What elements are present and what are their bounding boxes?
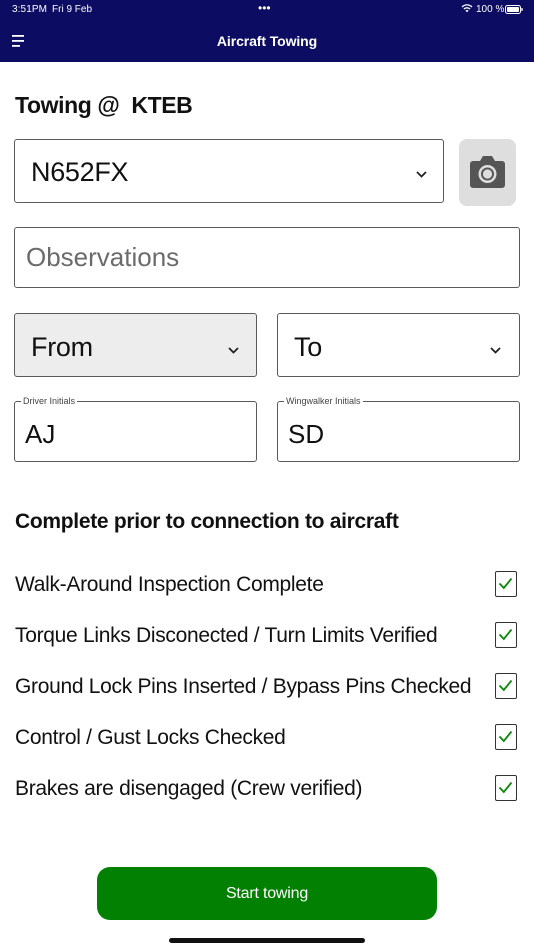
- chevron-down-icon: [416, 171, 427, 178]
- checklist-item-label: Brakes are disengaged (Crew verified): [15, 777, 363, 800]
- checklist-item-label: Control / Gust Locks Checked: [15, 726, 286, 749]
- checklist-item: Control / Gust Locks Checked: [15, 724, 520, 758]
- checklist-item: Ground Lock Pins Inserted / Bypass Pins …: [15, 673, 520, 707]
- checkbox[interactable]: [495, 622, 517, 648]
- checkmark-icon: [498, 679, 513, 692]
- status-time: 3:51PM: [12, 4, 48, 15]
- checklist-item: Brakes are disengaged (Crew verified): [15, 775, 520, 809]
- camera-icon: [470, 156, 505, 188]
- checkmark-icon: [498, 577, 513, 590]
- home-indicator[interactable]: [169, 938, 365, 943]
- checklist-title: Complete prior to connection to aircraft: [15, 510, 399, 533]
- checklist-item: Torque Links Disconected / Turn Limits V…: [15, 622, 520, 656]
- driver-initials-input[interactable]: [25, 416, 245, 452]
- from-select[interactable]: From: [14, 313, 257, 377]
- checkmark-icon: [498, 628, 513, 641]
- aircraft-select-value: N652FX: [31, 157, 129, 187]
- checklist-item: Walk-Around Inspection Complete: [15, 571, 520, 605]
- multitasking-dots[interactable]: •••: [258, 1, 271, 15]
- checkbox[interactable]: [495, 571, 517, 597]
- wingwalker-initials-input[interactable]: [288, 416, 508, 452]
- chevron-down-icon: [228, 347, 239, 354]
- to-select-value: To: [294, 332, 322, 362]
- observations-input[interactable]: [14, 227, 520, 288]
- checklist-item-label: Torque Links Disconected / Turn Limits V…: [15, 624, 438, 647]
- chevron-down-icon: [490, 347, 501, 354]
- status-date: Fri 9 Feb: [52, 4, 93, 15]
- checkmark-icon: [498, 781, 513, 794]
- wifi-icon: [461, 4, 473, 13]
- start-towing-button[interactable]: Start towing: [97, 867, 437, 920]
- driver-initials-field: Driver Initials: [14, 395, 257, 462]
- checkbox[interactable]: [495, 775, 517, 801]
- from-select-value: From: [31, 332, 93, 362]
- camera-button[interactable]: [459, 139, 516, 206]
- checklist-item-label: Walk-Around Inspection Complete: [15, 573, 324, 596]
- aircraft-select[interactable]: N652FX: [14, 139, 444, 203]
- checkbox[interactable]: [495, 673, 517, 699]
- to-select[interactable]: To: [277, 313, 520, 377]
- header-title: Aircraft Towing: [216, 33, 318, 49]
- checklist-item-label: Ground Lock Pins Inserted / Bypass Pins …: [15, 675, 472, 698]
- battery-percent: 100 %: [476, 4, 505, 15]
- app-header: 3:51PM Fri 9 Feb ••• 100 % Aircraft Towi…: [0, 0, 534, 62]
- battery-icon: [505, 5, 523, 14]
- checkmark-icon: [498, 730, 513, 743]
- wingwalker-initials-label: Wingwalker Initials: [284, 395, 363, 407]
- checkbox[interactable]: [495, 724, 517, 750]
- wingwalker-initials-field: Wingwalker Initials: [277, 395, 520, 462]
- page-title: Towing @ KTEB: [15, 92, 193, 118]
- driver-initials-label: Driver Initials: [21, 395, 78, 407]
